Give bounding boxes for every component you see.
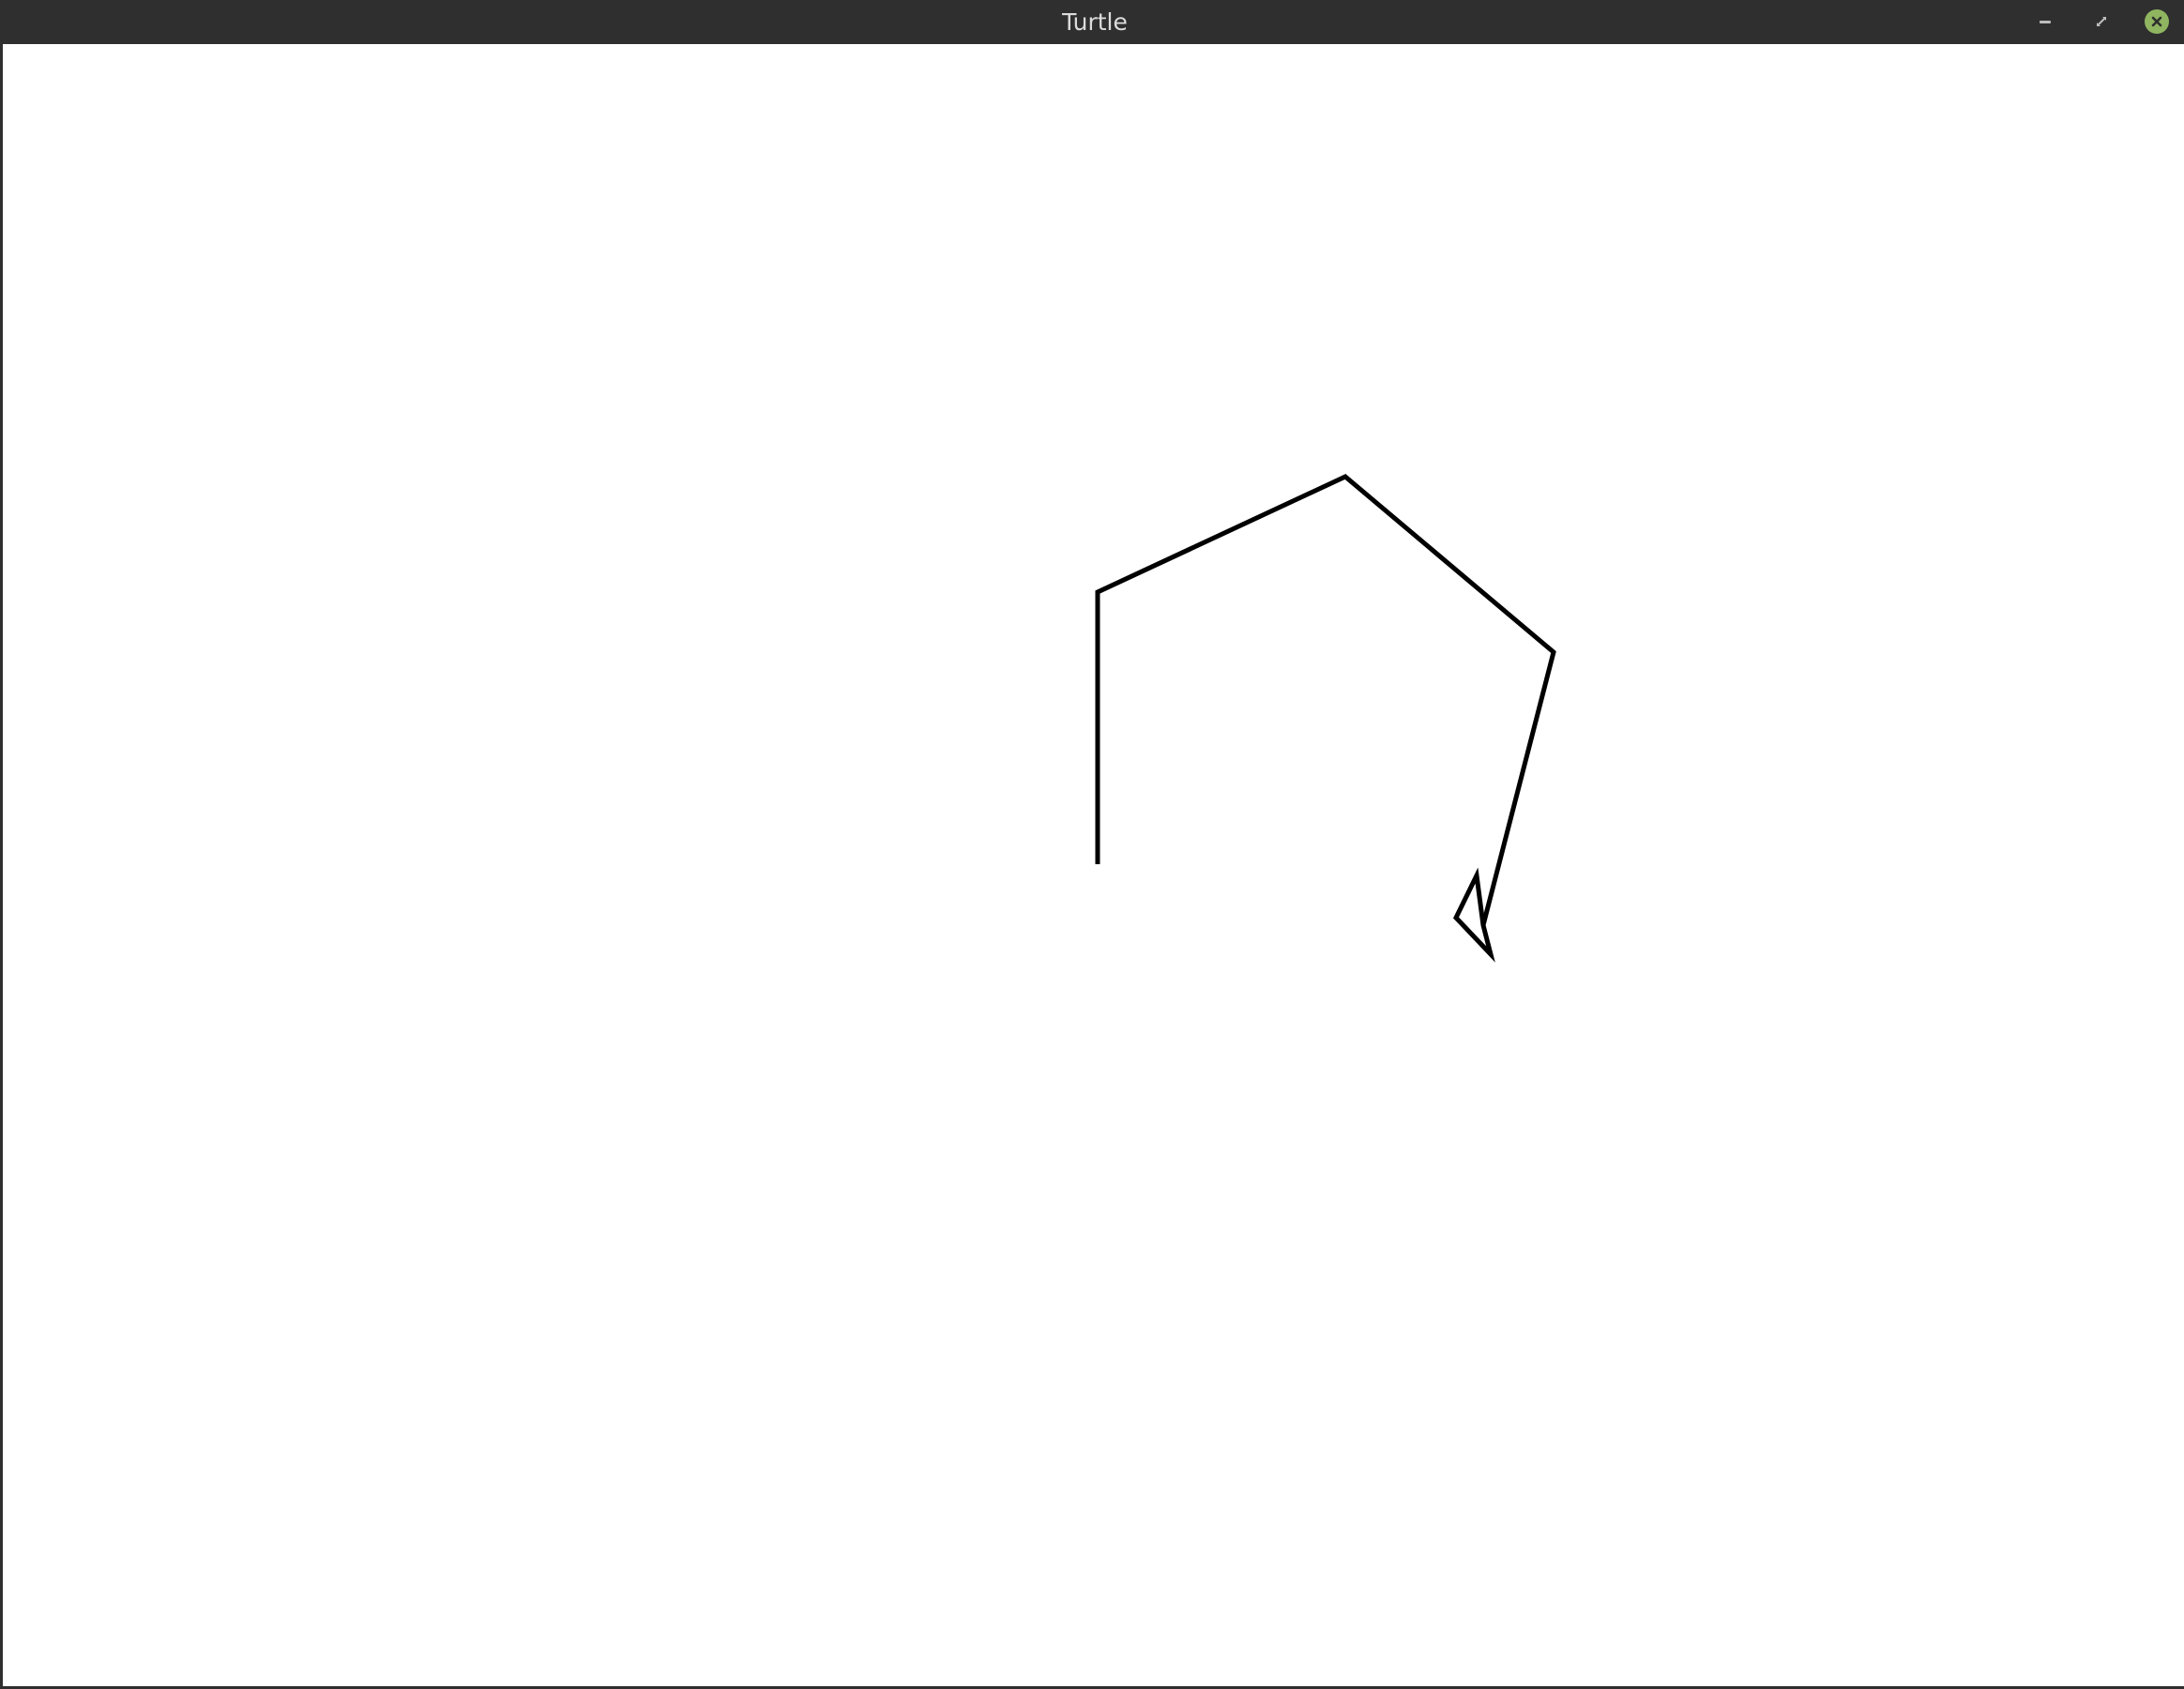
turtle-window: Turtle xyxy=(0,0,2184,1689)
minimize-icon xyxy=(2040,20,2051,23)
close-icon xyxy=(2151,16,2162,27)
maximize-icon xyxy=(2097,17,2106,26)
close-icon-circle xyxy=(2145,9,2169,34)
title-bar[interactable]: Turtle xyxy=(3,0,2184,44)
turtle-canvas[interactable] xyxy=(6,44,2184,1686)
minimize-button[interactable] xyxy=(2031,8,2059,36)
close-button[interactable] xyxy=(2143,8,2171,36)
window-title: Turtle xyxy=(1062,8,1128,36)
turtle-path xyxy=(1095,474,1556,926)
maximize-button[interactable] xyxy=(2087,8,2116,36)
drawing-surface xyxy=(1095,474,1556,963)
